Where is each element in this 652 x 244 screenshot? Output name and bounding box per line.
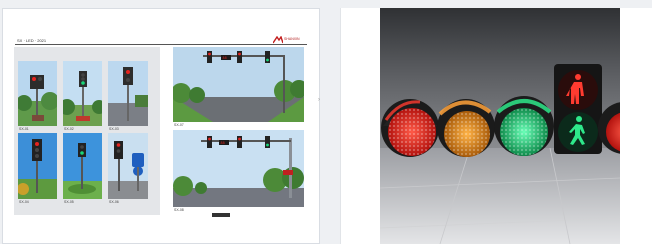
image-gallery: SX · LED · 2021 SHANXIN SX-01 SX-02 SX-0… bbox=[0, 0, 652, 244]
thumb-caption: SX-02 bbox=[64, 127, 74, 131]
thumb-caption: SX-07 bbox=[174, 123, 184, 127]
svg-text:88: 88 bbox=[223, 57, 227, 61]
chevron-right-icon[interactable]: › bbox=[318, 97, 320, 103]
product-photo-thumb bbox=[18, 61, 57, 126]
logo-text: SHANXIN bbox=[284, 37, 300, 41]
thumb-caption: SX-04 bbox=[19, 200, 29, 204]
road-scene-photo: 88 bbox=[173, 130, 304, 207]
product-photo-thumb bbox=[108, 61, 148, 126]
road-scene-photo: 88 bbox=[173, 47, 304, 122]
thumb-caption: SX-01 bbox=[19, 127, 29, 131]
brand-logo: SHANXIN bbox=[273, 36, 307, 45]
thumb-caption: SX-08 bbox=[174, 208, 184, 212]
product-photo-thumb bbox=[63, 61, 102, 126]
header-rule bbox=[15, 44, 307, 45]
traffic-light-photo[interactable] bbox=[380, 8, 620, 244]
thumb-caption: SX-06 bbox=[109, 200, 119, 204]
header-text: SX · LED · 2021 bbox=[17, 38, 47, 43]
thumb-caption: SX-03 bbox=[109, 127, 119, 131]
product-photo-thumb bbox=[63, 133, 102, 199]
page-scroll-indicator[interactable] bbox=[212, 213, 230, 217]
product-photo-thumb bbox=[108, 133, 148, 199]
product-photo-thumb bbox=[18, 133, 57, 199]
thumb-caption: SX-05 bbox=[64, 200, 74, 204]
svg-text:88: 88 bbox=[221, 142, 225, 146]
logo-mark-icon bbox=[273, 36, 283, 44]
